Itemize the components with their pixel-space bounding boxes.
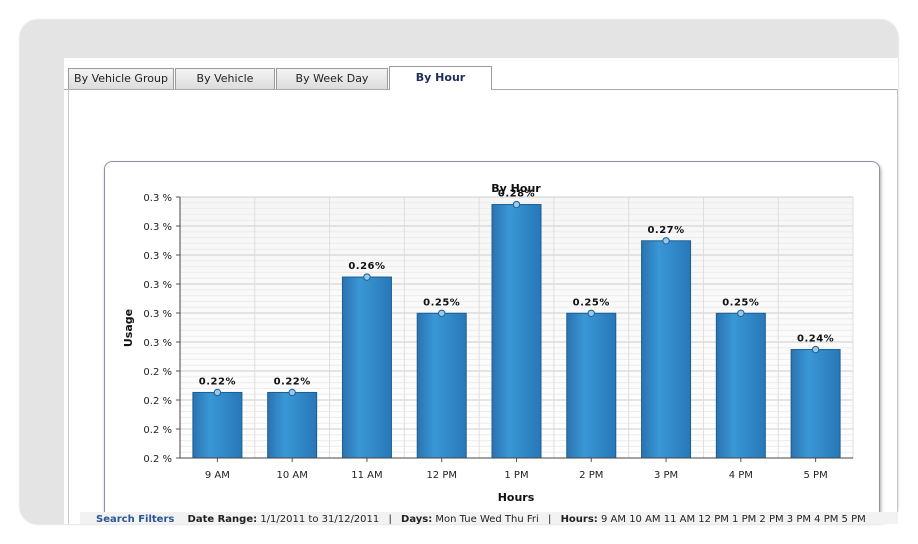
y-tick-label: 0.3 % (143, 193, 172, 204)
x-tick-label: 3 PM (654, 470, 678, 481)
y-tick-label: 0.3 % (143, 222, 172, 233)
report-panel: By Vehicle Group By Vehicle By Week Day … (64, 58, 898, 524)
bar-marker (587, 309, 595, 317)
data-label: 0.27% (647, 225, 684, 236)
bar (192, 391, 243, 459)
y-tick-label: 0.3 % (143, 280, 172, 291)
bar-marker (438, 309, 446, 317)
y-tick-label: 0.3 % (143, 338, 172, 349)
bar (491, 204, 542, 459)
bar-marker (737, 309, 745, 317)
bar (267, 391, 318, 459)
data-label: 0.24% (797, 334, 834, 345)
search-filters-bar: Search Filters Date Range: 1/1/2011 to 3… (80, 512, 898, 524)
bar-marker (213, 388, 222, 397)
y-tick-label: 0.2 % (143, 425, 172, 436)
bar-marker (363, 273, 371, 281)
window-frame: By Vehicle Group By Vehicle By Week Day … (20, 20, 898, 524)
x-tick-label: 2 PM (579, 470, 603, 481)
data-label: 0.26% (348, 261, 385, 272)
tab-strip: By Vehicle Group By Vehicle By Week Day … (64, 58, 898, 90)
x-tick-label: 12 PM (426, 470, 457, 481)
x-tick-label: 11 AM (351, 470, 382, 481)
tab-by-week-day[interactable]: By Week Day (276, 68, 388, 89)
bar-chart: By Hour Usage Hours 0.2 %0.2 %0.2 %0.2 %… (122, 182, 854, 504)
tab-by-vehicle[interactable]: By Vehicle (175, 68, 275, 89)
data-label: 0.25% (573, 297, 610, 308)
bar-marker (811, 345, 820, 354)
bar (790, 349, 841, 459)
bar-marker (288, 388, 296, 397)
chart-container: By Hour Usage Hours 0.2 % 0.2 % 0.2 % 0.2 %… (104, 161, 880, 519)
bar-marker (662, 237, 670, 245)
y-tick-label: 0.3 % (143, 309, 172, 320)
tab-by-vehicle-group[interactable]: By Vehicle Group (68, 68, 174, 89)
tab-content: By Hour Usage Hours 0.2 % 0.2 % 0.2 % 0.2 %… (68, 89, 898, 524)
y-tick-label: 0.2 % (143, 367, 172, 378)
y-axis-title: Usage (122, 309, 135, 347)
hours-label: Hours: (560, 514, 598, 524)
x-tick-label: 4 PM (729, 470, 753, 481)
date-range-value: 1/1/2011 to 31/12/2011 (260, 514, 380, 524)
x-tick-label: 10 AM (276, 470, 307, 481)
search-filters-link[interactable]: Search Filters (96, 514, 174, 524)
hours-value: 9 AM 10 AM 11 AM 12 PM 1 PM 2 PM 3 PM 4 … (601, 514, 866, 524)
x-tick-label: 5 PM (804, 470, 828, 481)
date-range-label: Date Range: (187, 514, 258, 524)
y-tick-label: 0.2 % (143, 454, 172, 465)
x-tick-label: 1 PM (504, 470, 528, 481)
data-label: 0.22% (274, 376, 311, 387)
y-tick-label: 0.2 % (143, 396, 172, 407)
data-label: 0.25% (722, 297, 759, 308)
days-value: Mon Tue Wed Thu Fri (435, 514, 539, 524)
x-tick-label: 9 AM (205, 470, 230, 481)
separator: | (388, 514, 392, 524)
tab-by-hour[interactable]: By Hour (389, 66, 492, 90)
bar (416, 312, 467, 459)
bar-marker (512, 200, 521, 209)
y-tick-label: 0.3 % (143, 251, 172, 262)
bar (566, 312, 617, 459)
days-label: Days: (401, 514, 433, 524)
bar (715, 312, 766, 459)
data-label: 0.25% (423, 297, 460, 308)
data-label: 0.22% (199, 376, 236, 387)
bar (641, 240, 692, 459)
data-label: 0.28% (498, 189, 535, 200)
separator: | (548, 514, 552, 524)
bar (341, 276, 392, 459)
x-axis-title: Hours (498, 491, 535, 504)
